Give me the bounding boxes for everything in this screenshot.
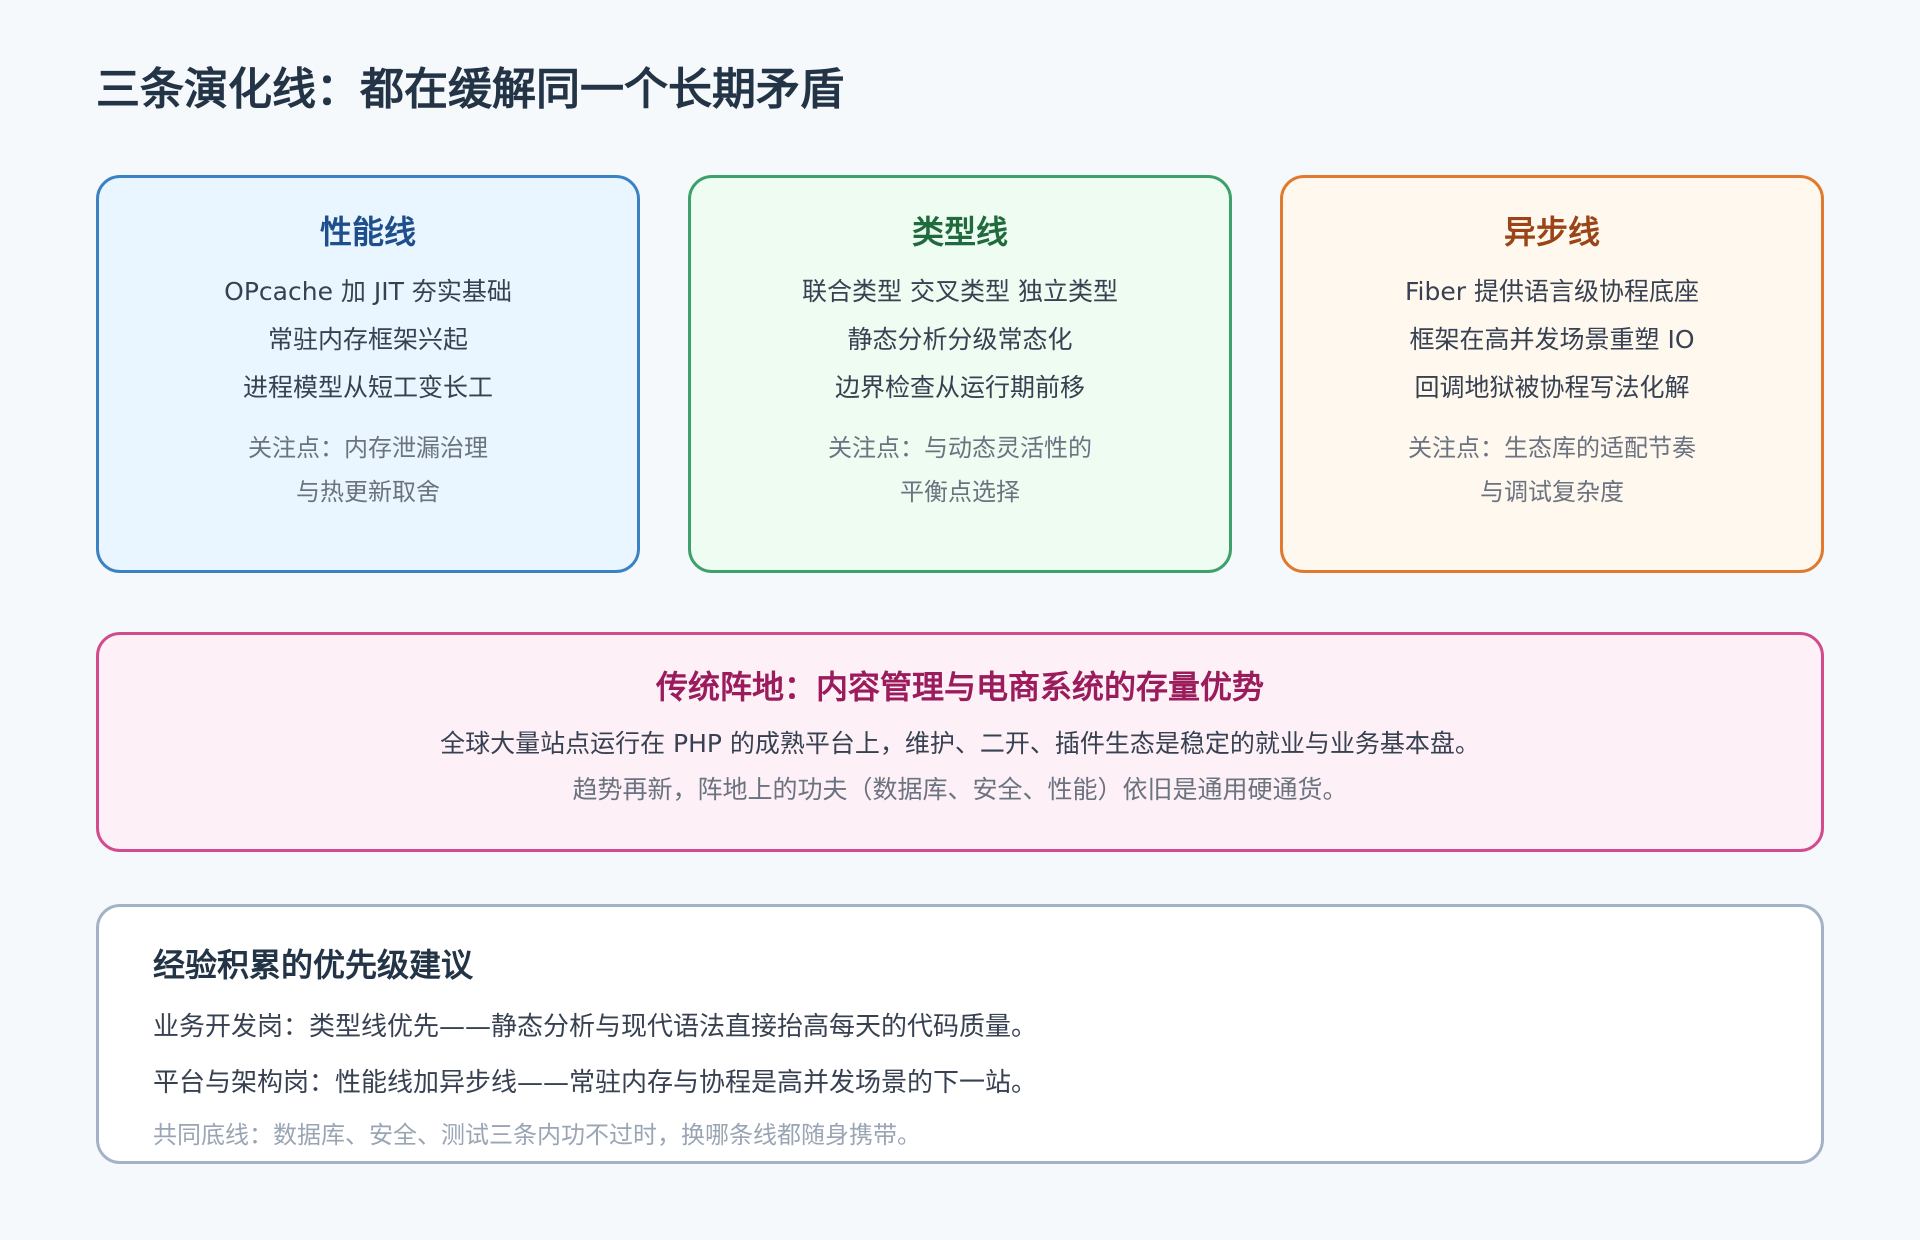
traditional-base-line: 趋势再新，阵地上的功夫（数据库、安全、性能）依旧是通用硬通货。 [572,775,1348,804]
types-point: 边界检查从运行期前移 [834,373,1085,402]
async-focus-line: 关注点：生态库的适配节奏 [1408,434,1696,462]
types-line-points: 联合类型 交叉类型 独立类型 静态分析分级常态化 边界检查从运行期前移 [691,268,1229,412]
page-title: 三条演化线：都在缓解同一个长期矛盾 [96,64,844,115]
performance-point: 进程模型从短工变长工 [242,373,493,402]
async-focus-line: 与调试复杂度 [1480,478,1624,506]
traditional-base-title: 传统阵地：内容管理与电商系统的存量优势 [655,668,1264,706]
async-point: Fiber 提供语言级协程底座 [1405,277,1699,306]
async-line-title: 异步线 [1503,213,1600,251]
types-focus-line: 平衡点选择 [900,478,1020,506]
performance-line-title: 性能线 [319,213,416,251]
performance-focus-line: 与热更新取舍 [296,478,440,506]
traditional-base-line: 全球大量站点运行在 PHP 的成熟平台上，维护、二开、插件生态是稳定的就业与业务… [440,729,1480,758]
async-focus: 关注点：生态库的适配节奏 与调试复杂度 [1283,426,1821,514]
async-point: 框架在高并发场景重塑 IO [1409,325,1695,354]
performance-line-points: OPcache 加 JIT 夯实基础 常驻内存框架兴起 进程模型从短工变长工 [99,268,637,412]
advice-title: 经验积累的优先级建议 [153,946,474,984]
async-point: 回调地狱被协程写法化解 [1414,373,1690,402]
async-line-card: 异步线 Fiber 提供语言级协程底座 框架在高并发场景重塑 IO 回调地狱被协… [1280,175,1824,573]
types-focus-line: 关注点：与动态灵活性的 [828,434,1092,462]
performance-line-card: 性能线 OPcache 加 JIT 夯实基础 常驻内存框架兴起 进程模型从短工变… [96,175,640,573]
types-focus: 关注点：与动态灵活性的 平衡点选择 [691,426,1229,514]
advice-panel: 经验积累的优先级建议 业务开发岗：类型线优先——静态分析与现代语法直接抬高每天的… [96,904,1824,1164]
traditional-base-panel: 传统阵地：内容管理与电商系统的存量优势 全球大量站点运行在 PHP 的成熟平台上… [96,632,1824,852]
advice-line-platform: 平台与架构岗：性能线加异步线——常驻内存与协程是高并发场景的下一站。 [153,1068,1038,1098]
performance-focus-line: 关注点：内存泄漏治理 [248,434,488,462]
types-point: 静态分析分级常态化 [847,325,1073,354]
types-line-card: 类型线 联合类型 交叉类型 独立类型 静态分析分级常态化 边界检查从运行期前移 … [688,175,1232,573]
performance-focus: 关注点：内存泄漏治理 与热更新取舍 [99,426,637,514]
performance-point: OPcache 加 JIT 夯实基础 [224,277,512,306]
types-line-title: 类型线 [911,213,1008,251]
advice-line-business: 业务开发岗：类型线优先——静态分析与现代语法直接抬高每天的代码质量。 [153,1012,1038,1042]
performance-point: 常驻内存框架兴起 [267,325,468,354]
types-point: 联合类型 交叉类型 独立类型 [802,277,1118,306]
advice-line-common: 共同底线：数据库、安全、测试三条内功不过时，换哪条线都随身携带。 [153,1121,921,1149]
async-line-points: Fiber 提供语言级协程底座 框架在高并发场景重塑 IO 回调地狱被协程写法化… [1283,268,1821,412]
